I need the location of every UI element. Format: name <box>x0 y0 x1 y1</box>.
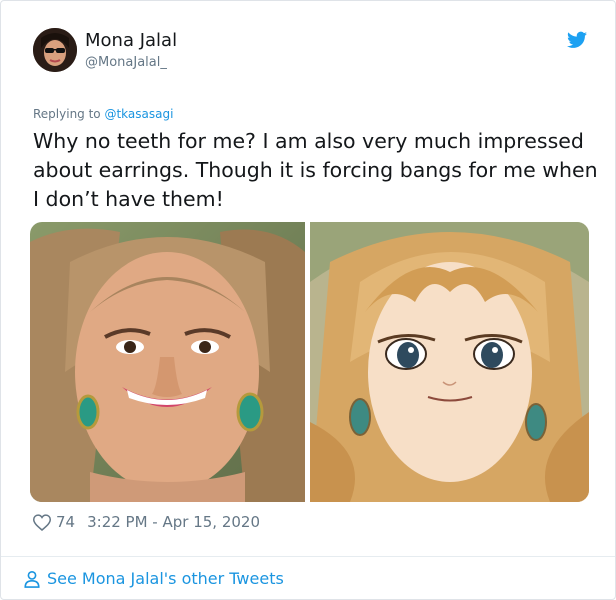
like-count: 74 <box>56 513 76 531</box>
divider <box>1 556 615 557</box>
tweet-photo-anime[interactable] <box>310 222 589 502</box>
tweet-photo-original[interactable] <box>30 222 305 502</box>
heart-outline-icon[interactable] <box>33 513 51 531</box>
tweet-card: Mona Jalal @MonaJalal_ Replying to @tkas… <box>0 0 616 600</box>
tweet-meta: 74 3:22 PM - Apr 15, 2020 <box>33 513 260 531</box>
tweet-timestamp[interactable]: 3:22 PM - Apr 15, 2020 <box>87 513 260 531</box>
twitter-bird-icon[interactable] <box>567 31 587 49</box>
replying-to: Replying to @tkasasagi <box>33 107 173 121</box>
reply-prefix: Replying to <box>33 107 105 121</box>
tweet-text: Why no teeth for me? I am also very much… <box>33 129 598 211</box>
author-name[interactable]: Mona Jalal <box>85 30 177 51</box>
see-other-tweets-link[interactable]: See Mona Jalal's other Tweets <box>23 569 284 588</box>
reply-to-handle[interactable]: @tkasasagi <box>104 107 173 121</box>
avatar[interactable] <box>33 28 77 72</box>
see-other-tweets-label[interactable]: See Mona Jalal's other Tweets <box>47 569 284 588</box>
person-icon <box>24 570 40 588</box>
author-handle[interactable]: @MonaJalal_ <box>85 55 167 70</box>
